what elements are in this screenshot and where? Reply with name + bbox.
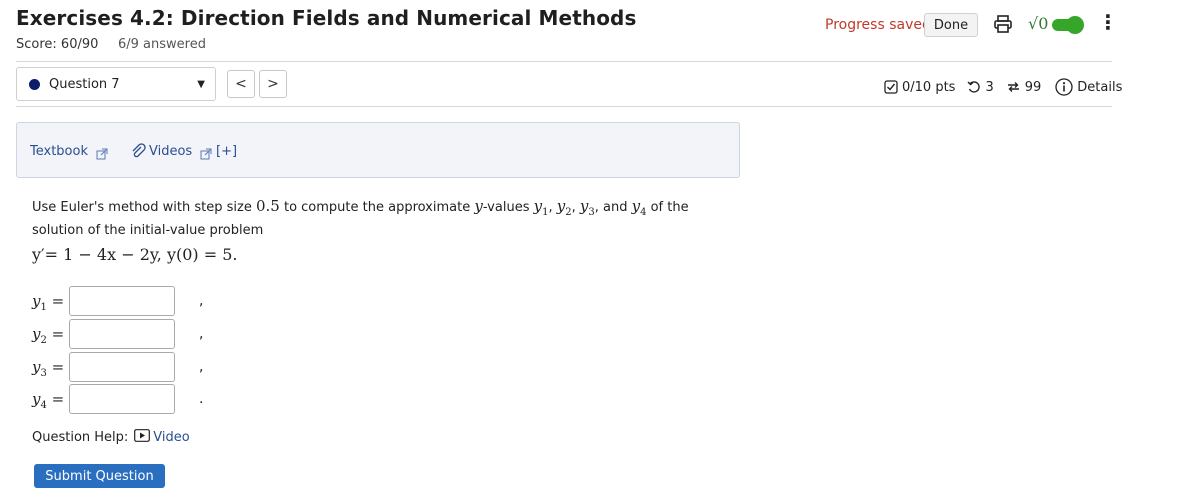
differential-equation: y′= 1 − 4x − 2y, y(0) = 5. [32, 245, 238, 264]
resources-panel: Textbook Videos [+] [16, 122, 740, 178]
separator: . [199, 391, 204, 407]
y3-label: y3 = [32, 358, 65, 379]
y3-input[interactable] [69, 352, 175, 382]
points-text: 0/10 pts [902, 79, 956, 95]
more-menu-icon[interactable]: ⋮ [1098, 12, 1118, 32]
details-link[interactable]: Details [1077, 80, 1122, 95]
expand-resources-link[interactable]: [+] [216, 144, 237, 159]
question-text: Use Euler's method with step size 0.5 to… [32, 197, 689, 238]
divider [16, 61, 1112, 62]
external-link-icon [96, 145, 108, 164]
attempts-icon [967, 80, 981, 94]
divider [16, 106, 1112, 107]
y4-label: y4 = [32, 390, 65, 411]
help-video-link[interactable]: Video [153, 430, 189, 445]
y4-input[interactable] [69, 384, 175, 414]
previous-question-button[interactable]: < [227, 70, 255, 98]
done-button[interactable]: Done [924, 13, 978, 37]
question-select[interactable]: Question 7 ▼ [16, 67, 216, 101]
attempts-count: 3 [985, 79, 994, 95]
paperclip-icon [130, 143, 146, 163]
submit-question-button[interactable]: Submit Question [34, 464, 165, 488]
checkbox-icon [884, 80, 898, 94]
answered-count: 6/9 answered [118, 37, 206, 52]
textbook-link[interactable]: Textbook [30, 144, 88, 159]
external-link-icon [200, 145, 212, 164]
status-dot-icon [29, 79, 40, 90]
video-play-icon [134, 429, 151, 446]
chevron-down-icon: ▼ [197, 79, 205, 90]
y1-label: y1 = [32, 292, 65, 313]
page-title: Exercises 4.2: Direction Fields and Nume… [16, 6, 637, 30]
y2-label: y2 = [32, 325, 65, 346]
math-entry-icon: √0 [1028, 14, 1049, 33]
progress-status: Progress saved [825, 17, 931, 33]
question-help: Question Help: Video [32, 429, 190, 446]
math-entry-toggle[interactable] [1052, 16, 1084, 34]
separator: , [199, 326, 204, 342]
retry-icon [1006, 80, 1021, 94]
videos-link[interactable]: Videos [149, 144, 192, 159]
y1-input[interactable] [69, 286, 175, 316]
retries-count: 99 [1024, 79, 1042, 95]
y2-input[interactable] [69, 319, 175, 349]
question-select-label: Question 7 [49, 77, 120, 92]
question-status-bar: 0/10 pts 3 99 Details [884, 78, 1122, 96]
separator: , [199, 359, 204, 375]
separator: , [199, 293, 204, 309]
score-text: Score: 60/90 [16, 37, 99, 52]
info-icon[interactable] [1055, 78, 1073, 96]
printer-icon[interactable] [993, 14, 1013, 34]
help-label: Question Help: [32, 430, 129, 445]
next-question-button[interactable]: > [259, 70, 287, 98]
